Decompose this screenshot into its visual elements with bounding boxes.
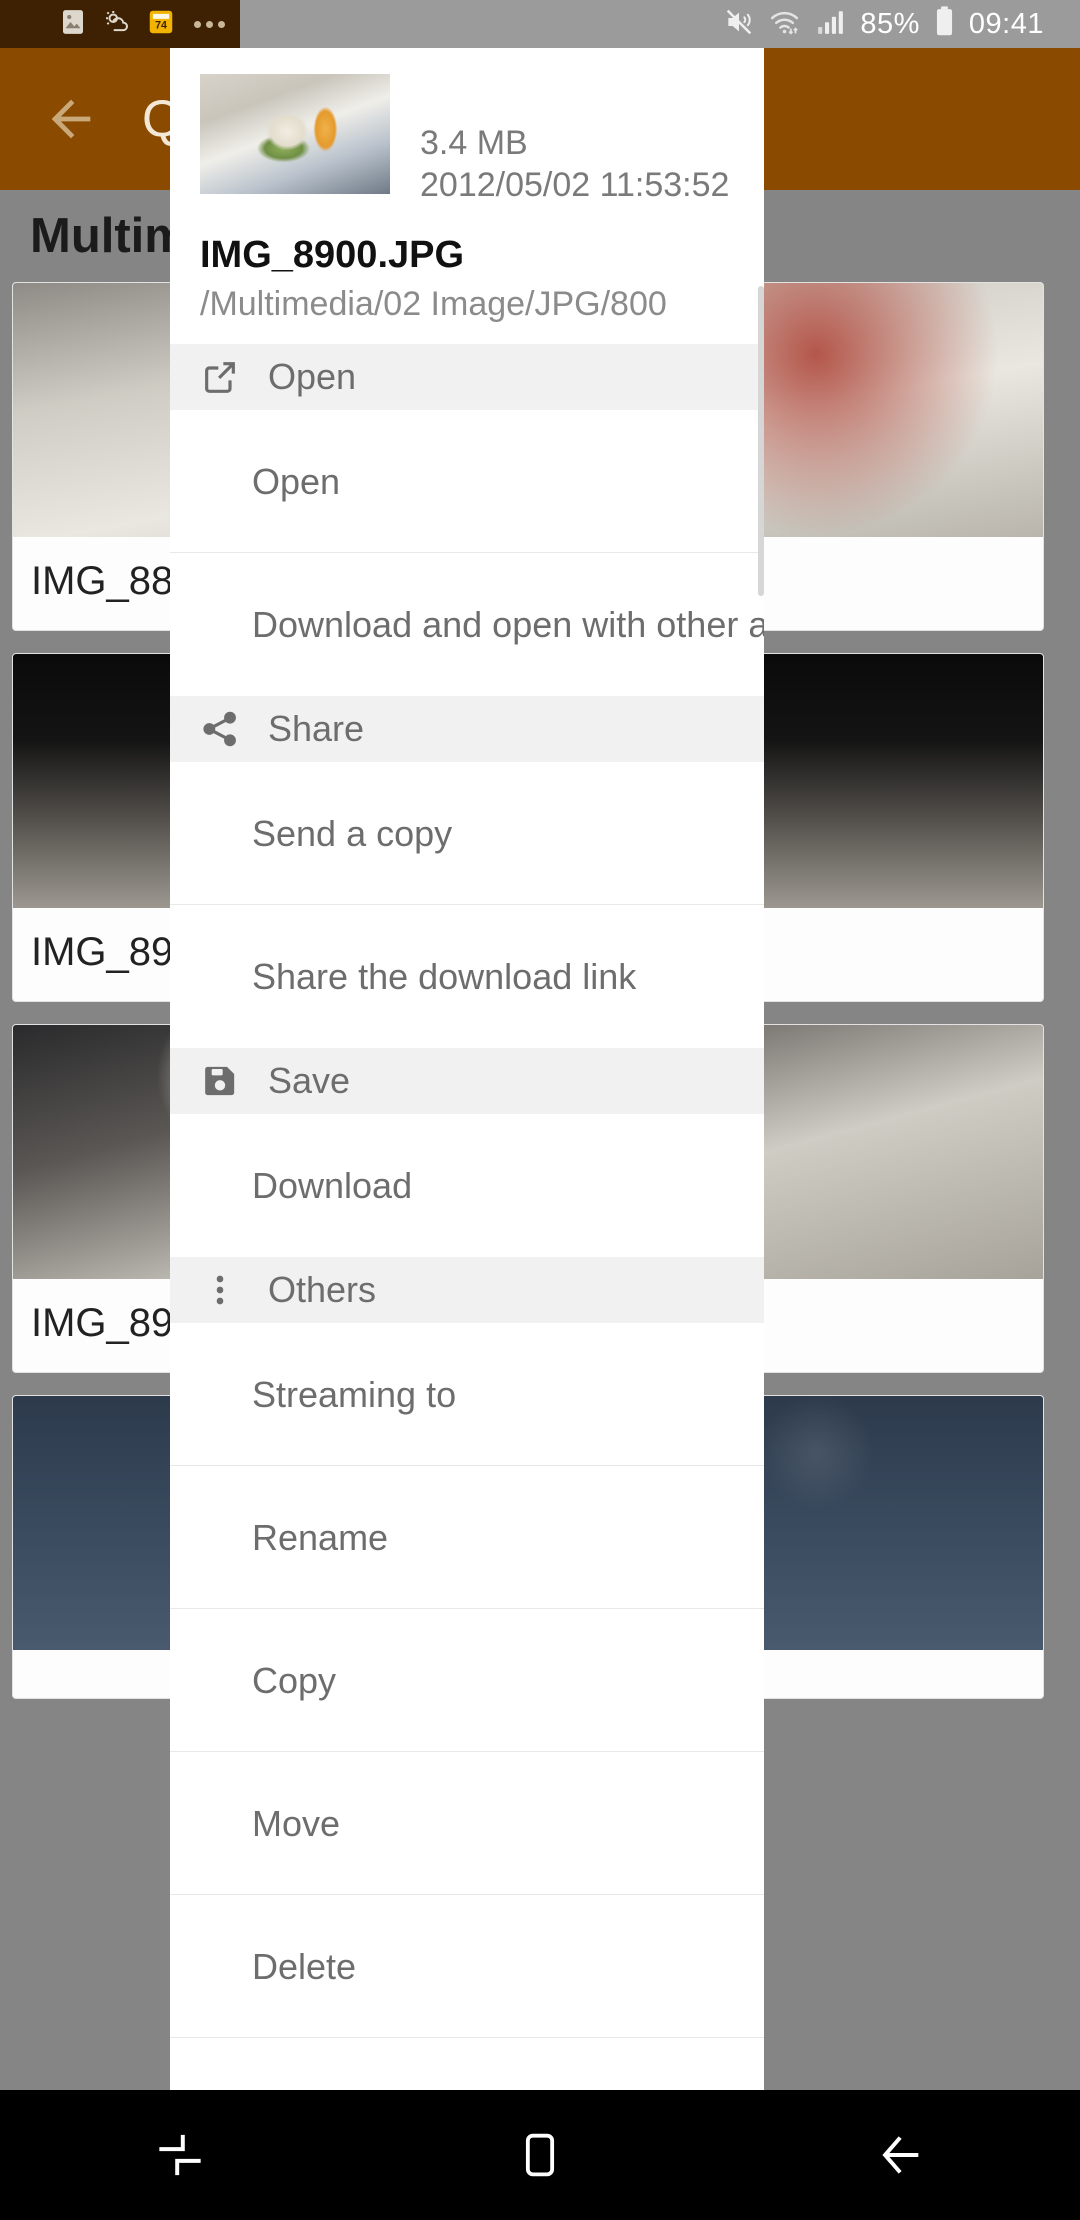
status-bar-notifications: 74 <box>0 0 240 48</box>
menu-item-label: Open <box>252 461 340 503</box>
menu-item-download-open-other-apps[interactable]: Download and open with other apps <box>170 553 764 696</box>
status-bar: 74 85% 09:41 <box>0 0 1080 48</box>
file-name-title: IMG_8900.JPG <box>170 216 764 277</box>
image-icon <box>58 7 88 42</box>
menu-item-rename[interactable]: Rename <box>170 1466 764 1609</box>
notes-icon: 74 <box>146 7 176 42</box>
file-preview-thumbnail <box>200 74 390 194</box>
weather-icon <box>102 7 132 42</box>
battery-icon <box>933 5 956 43</box>
section-label: Open <box>268 356 356 398</box>
menu-item-label: Download and open with other apps <box>252 604 764 646</box>
home-icon[interactable] <box>360 2090 720 2220</box>
menu-item-label: Rename <box>252 1517 388 1559</box>
menu-item-label: Copy <box>252 1660 336 1702</box>
menu-item-compress[interactable]: Compress <box>170 2038 764 2090</box>
menu-item-label: Move <box>252 1803 340 1845</box>
signal-icon <box>814 5 847 43</box>
menu-item-share-download-link[interactable]: Share the download link <box>170 905 764 1048</box>
section-header-others: Others <box>170 1257 764 1323</box>
svg-text:74: 74 <box>155 19 167 31</box>
back-icon[interactable] <box>720 2090 1080 2220</box>
section-header-share: Share <box>170 696 764 762</box>
section-label: Save <box>268 1060 350 1102</box>
section-label: Others <box>268 1269 376 1311</box>
share-icon <box>200 709 254 749</box>
back-arrow-icon[interactable] <box>34 82 108 156</box>
phone-screen: Qf Multimed IMG_8898.J IMG_8903.J IMG_89… <box>0 0 1080 2220</box>
menu-item-send-a-copy[interactable]: Send a copy <box>170 762 764 905</box>
external-link-icon <box>200 357 254 397</box>
clock: 09:41 <box>969 8 1044 41</box>
wifi-icon <box>768 5 801 43</box>
mute-vibrate-icon <box>723 6 755 43</box>
overflow-dots-icon <box>200 1270 254 1310</box>
file-context-menu: 3.4 MB 2012/05/02 11:53:52 IMG_8900.JPG … <box>170 48 764 2090</box>
navigation-bar <box>0 2090 1080 2220</box>
more-dots-icon <box>194 21 225 28</box>
section-header-save: Save <box>170 1048 764 1114</box>
file-date: 2012/05/02 11:53:52 <box>420 164 729 206</box>
section-header-open: Open <box>170 344 764 410</box>
menu-item-label: Send a copy <box>252 813 452 855</box>
menu-item-label: Streaming to <box>252 1374 456 1416</box>
menu-item-open[interactable]: Open <box>170 410 764 553</box>
file-info-header: 3.4 MB 2012/05/02 11:53:52 <box>170 48 764 216</box>
floppy-disk-icon <box>200 1061 254 1101</box>
file-path: /Multimedia/02 Image/JPG/800 <box>170 277 764 344</box>
menu-item-download[interactable]: Download <box>170 1114 764 1257</box>
menu-item-delete[interactable]: Delete <box>170 1895 764 2038</box>
menu-item-label: Delete <box>252 1946 356 1988</box>
menu-item-label: Download <box>252 1165 412 1207</box>
menu-item-streaming-to[interactable]: Streaming to <box>170 1323 764 1466</box>
menu-item-label: Share the download link <box>252 956 636 998</box>
menu-item-move[interactable]: Move <box>170 1752 764 1895</box>
battery-percent: 85% <box>860 8 920 41</box>
section-label: Share <box>268 708 364 750</box>
recents-icon[interactable] <box>0 2090 360 2220</box>
status-bar-system: 85% 09:41 <box>240 0 1080 48</box>
file-size: 3.4 MB <box>420 122 729 164</box>
menu-item-copy[interactable]: Copy <box>170 1609 764 1752</box>
menu-scrollbar[interactable] <box>758 286 764 596</box>
